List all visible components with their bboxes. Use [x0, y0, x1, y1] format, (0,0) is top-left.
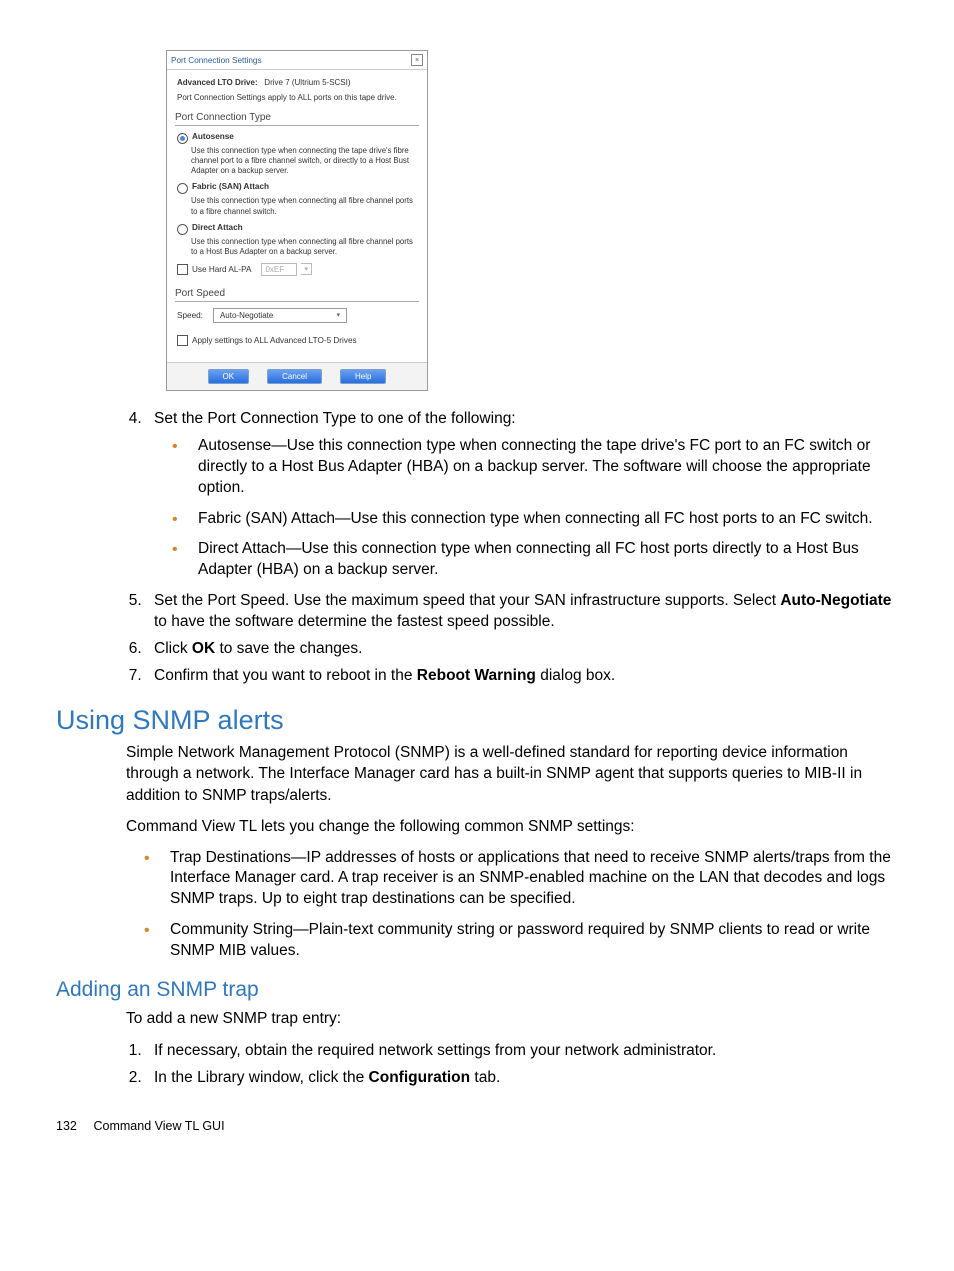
chevron-down-icon: ▾: [336, 311, 340, 319]
alpa-dropdown-icon[interactable]: ▾: [301, 263, 312, 275]
step-4-text: Set the Port Connection Type to one of t…: [154, 410, 516, 427]
port-connection-dialog-figure: Port Connection Settings × Advanced LTO …: [166, 50, 898, 391]
section-port-speed: Port Speed: [175, 286, 419, 302]
step-6-text-a: Click: [154, 640, 192, 657]
radio-direct[interactable]: [177, 224, 188, 235]
page-footer: 132 Command View TL GUI: [56, 1119, 898, 1133]
bullet-fabric: Fabric (SAN) Attach—Use this connection …: [172, 509, 898, 530]
bullet-direct: Direct Attach—Use this connection type w…: [172, 539, 898, 581]
heading-using-snmp-alerts: Using SNMP alerts: [56, 705, 898, 736]
addtrap-intro: To add a new SNMP trap entry:: [126, 1008, 898, 1029]
apply-note: Port Connection Settings apply to ALL po…: [177, 93, 417, 102]
step-5: Set the Port Speed. Use the maximum spee…: [146, 591, 898, 633]
snmp-bullet-community: Community String—Plain-text community st…: [144, 920, 898, 962]
step-6: Click OK to save the changes.: [146, 639, 898, 660]
radio-autosense[interactable]: [177, 133, 188, 144]
footer-label: Command View TL GUI: [93, 1119, 224, 1133]
drive-row: Advanced LTO Drive: Drive 7 (Ultrium 5-S…: [177, 78, 417, 87]
heading-adding-snmp-trap: Adding an SNMP trap: [56, 978, 898, 1002]
radio-fabric[interactable]: [177, 183, 188, 194]
ok-button[interactable]: OK: [208, 369, 250, 384]
dialog-titlebar: Port Connection Settings ×: [167, 51, 427, 70]
help-button[interactable]: Help: [340, 369, 386, 384]
port-connection-dialog: Port Connection Settings × Advanced LTO …: [166, 50, 428, 391]
radio-fabric-desc: Use this connection type when connecting…: [191, 196, 417, 216]
page-number: 132: [56, 1119, 90, 1133]
step-5-text-a: Set the Port Speed. Use the maximum spee…: [154, 592, 780, 609]
bullet-autosense: Autosense—Use this connection type when …: [172, 436, 898, 499]
radio-autosense-desc: Use this connection type when connecting…: [191, 146, 417, 176]
step-5-text-c: to have the software determine the faste…: [154, 613, 555, 630]
radio-autosense-label: Autosense: [192, 132, 234, 141]
step-5-bold: Auto-Negotiate: [780, 592, 891, 609]
radio-direct-desc: Use this connection type when connecting…: [191, 237, 417, 257]
checkbox-use-hard-alpa[interactable]: [177, 264, 188, 275]
radio-fabric-label: Fabric (SAN) Attach: [192, 182, 269, 191]
addtrap-step-2: In the Library window, click the Configu…: [146, 1067, 898, 1089]
drive-value: Drive 7 (Ultrium 5-SCSI): [264, 78, 350, 87]
step-4-bullets: Autosense—Use this connection type when …: [172, 436, 898, 582]
speed-value: Auto-Negotiate: [220, 311, 273, 320]
addtrap-step-2-bold: Configuration: [369, 1069, 471, 1086]
snmp-bullet-trap: Trap Destinations—IP addresses of hosts …: [144, 848, 898, 911]
step-6-bold: OK: [192, 640, 215, 657]
step-7-bold: Reboot Warning: [417, 667, 536, 684]
addtrap-step-2-c: tab.: [470, 1069, 500, 1086]
snmp-para-1: Simple Network Management Protocol (SNMP…: [126, 742, 898, 806]
addtrap-step-1: If necessary, obtain the required networ…: [146, 1040, 898, 1062]
snmp-para-2: Command View TL lets you change the foll…: [126, 816, 898, 837]
apply-all-label: Apply settings to ALL Advanced LTO-5 Dri…: [192, 336, 357, 345]
radio-direct-label: Direct Attach: [192, 223, 243, 232]
addtrap-step-2-a: In the Library window, click the: [154, 1069, 369, 1086]
close-icon[interactable]: ×: [411, 54, 423, 66]
speed-dropdown[interactable]: Auto-Negotiate ▾: [213, 308, 347, 323]
checkbox-apply-all[interactable]: [177, 335, 188, 346]
cancel-button[interactable]: Cancel: [267, 369, 322, 384]
step-7-text-a: Confirm that you want to reboot in the: [154, 667, 417, 684]
speed-label: Speed:: [177, 311, 203, 320]
alpa-field[interactable]: 0xEF: [261, 263, 297, 276]
procedure-steps: Set the Port Connection Type to one of t…: [56, 409, 898, 687]
section-port-connection-type: Port Connection Type: [175, 110, 419, 126]
snmp-bullets: Trap Destinations—IP addresses of hosts …: [144, 848, 898, 963]
step-7: Confirm that you want to reboot in the R…: [146, 666, 898, 687]
addtrap-steps: If necessary, obtain the required networ…: [146, 1040, 898, 1089]
step-7-text-c: dialog box.: [536, 667, 615, 684]
step-4: Set the Port Connection Type to one of t…: [146, 409, 898, 581]
alpa-label: Use Hard AL-PA: [192, 265, 251, 274]
dialog-title: Port Connection Settings: [171, 56, 262, 65]
dialog-button-bar: OK Cancel Help: [167, 362, 427, 390]
drive-label: Advanced LTO Drive:: [177, 78, 258, 87]
step-6-text-c: to save the changes.: [215, 640, 362, 657]
